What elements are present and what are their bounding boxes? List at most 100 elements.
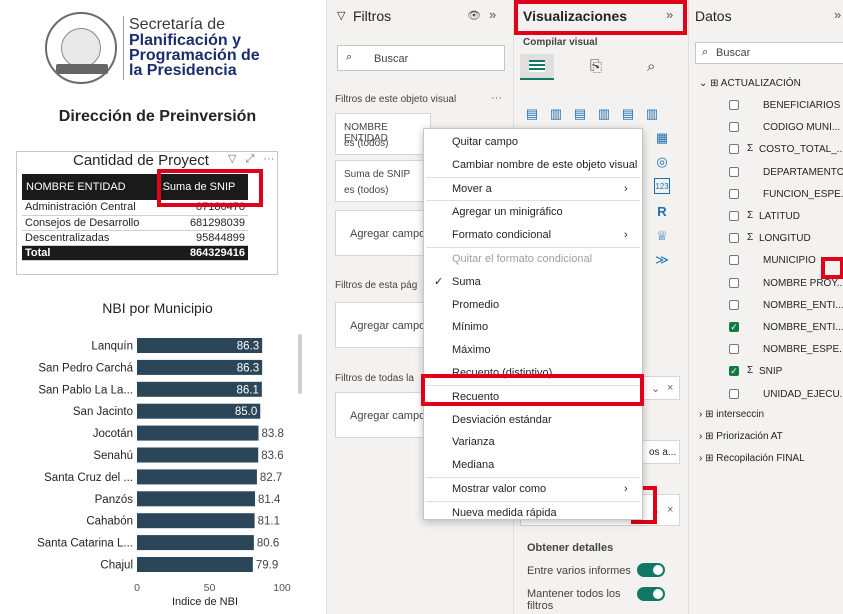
menu-item[interactable]: Nueva medida rápida: [424, 502, 642, 524]
filter-icon[interactable]: ▽: [228, 153, 236, 165]
checkbox[interactable]: [729, 277, 739, 288]
waterfall-icon[interactable]: ▦: [654, 130, 670, 146]
data-search-input[interactable]: ⌕ Buscar: [695, 42, 843, 64]
format-brush-icon[interactable]: ⎘: [590, 58, 602, 75]
x-tick-label: 50: [204, 582, 216, 594]
table-item[interactable]: › ⊞ Recopilación FINAL: [699, 453, 805, 464]
focus-mode-icon[interactable]: ⤢: [246, 153, 255, 165]
checkbox[interactable]: [729, 188, 739, 199]
trophy-icon[interactable]: ♕: [654, 228, 670, 244]
checkbox[interactable]: [729, 100, 739, 110]
clustered-column-icon[interactable]: ▥: [596, 106, 612, 122]
checkbox[interactable]: [729, 122, 739, 133]
add-field-drop-page[interactable]: Agregar campo: [335, 302, 431, 348]
table-row[interactable]: Descentralizadas 95844899: [22, 230, 248, 246]
table-item[interactable]: › ⊞ interseccin: [699, 409, 764, 420]
card-icon[interactable]: 123: [654, 178, 670, 194]
cross-report-toggle[interactable]: [637, 563, 665, 577]
field-item[interactable]: CODIGO MUNI...: [689, 118, 843, 140]
chevron-down-icon[interactable]: ⌄: [699, 78, 707, 89]
remove-field-icon[interactable]: ×: [667, 382, 673, 394]
percent-column-icon[interactable]: ▥: [644, 106, 660, 122]
checkbox[interactable]: [729, 166, 739, 177]
menu-item[interactable]: Quitar campo: [424, 131, 642, 153]
table-icon: ⊞: [705, 409, 717, 420]
sigma-icon: Σ: [747, 365, 754, 377]
eye-icon[interactable]: 👁: [467, 9, 481, 22]
more-options-icon[interactable]: ···: [263, 153, 274, 165]
table-actualizacion[interactable]: ⌄ ⊞ ACTUALIZACIÓN: [699, 78, 801, 89]
stacked-column-icon[interactable]: ▥: [548, 106, 564, 122]
menu-item[interactable]: Cambiar nombre de este objeto visual: [424, 154, 642, 176]
field-item[interactable]: NOMBRE_ESPE...: [689, 340, 843, 362]
field-label: MUNICIPIO: [763, 255, 816, 267]
clustered-bar-icon[interactable]: ▤: [572, 106, 588, 122]
checkbox-checked[interactable]: ✓: [729, 366, 739, 377]
filters-search-input[interactable]: ⌕ Buscar: [337, 45, 505, 71]
smart-narrative-icon[interactable]: ≫: [654, 252, 670, 268]
menu-item[interactable]: Agregar un minigráfico: [424, 201, 642, 223]
menu-item[interactable]: Máximo: [424, 339, 642, 361]
column-header-entidad[interactable]: NOMBRE ENTIDAD: [22, 174, 155, 200]
r-visual-icon[interactable]: R: [654, 204, 670, 220]
remove-field-icon[interactable]: ×: [667, 504, 673, 516]
menu-item[interactable]: Formato condicional ›: [424, 224, 642, 246]
collapse-pane-icon[interactable]: »: [489, 7, 496, 22]
field-item[interactable]: Σ COSTO_TOTAL_...: [689, 140, 843, 162]
field-label: CODIGO MUNI...: [763, 122, 841, 134]
chevron-down-icon[interactable]: ⌄: [651, 382, 660, 395]
filter-card-snip[interactable]: Suma de SNIP es (todos): [335, 160, 431, 202]
field-item[interactable]: ✓ NOMBRE_ENTI...: [689, 318, 843, 340]
table-name: ACTUALIZACIÓN: [720, 78, 801, 89]
donut-icon[interactable]: ◎: [654, 154, 670, 170]
table-name: Priorización AT: [716, 431, 783, 442]
bar: [137, 513, 255, 529]
filter-card-entidad[interactable]: NOMBRE ENTIDAD es (todos): [335, 113, 431, 155]
menu-item[interactable]: Mínimo: [424, 316, 642, 338]
menu-item[interactable]: ✓ Suma: [424, 271, 642, 293]
chart-scrollbar[interactable]: [298, 334, 302, 394]
menu-item[interactable]: Varianza: [424, 431, 642, 453]
checkbox[interactable]: [729, 344, 739, 355]
field-item[interactable]: MUNICIPIO: [689, 251, 843, 273]
guatemala-seal-logo: [45, 12, 117, 84]
category-label: San Jacinto: [73, 406, 133, 418]
checkbox-checked[interactable]: ✓: [729, 322, 739, 332]
field-item[interactable]: FUNCION_ESPE...: [689, 185, 843, 207]
table-item[interactable]: › ⊞ Priorización AT: [699, 431, 783, 442]
keep-filters-toggle[interactable]: [637, 587, 665, 601]
section-more-icon[interactable]: ···: [491, 92, 502, 104]
table-build-icon: [529, 60, 545, 72]
menu-item[interactable]: Desviación estándar: [424, 409, 642, 431]
field-item[interactable]: BENEFICIARIOS: [689, 96, 843, 118]
checkbox[interactable]: [729, 299, 739, 310]
field-item[interactable]: UNIDAD_EJECU...: [689, 385, 843, 407]
menu-item[interactable]: Mostrar valor como ›: [424, 478, 642, 500]
stacked-bar-icon[interactable]: ▤: [524, 106, 540, 122]
add-field-drop-visual[interactable]: Agregar campo: [335, 210, 431, 256]
build-tab[interactable]: [520, 54, 554, 80]
checkbox[interactable]: [729, 144, 739, 155]
highlight-box-field: [821, 257, 843, 279]
field-item[interactable]: Σ LATITUD: [689, 207, 843, 229]
collapse-pane-icon[interactable]: »: [834, 7, 841, 22]
table-row[interactable]: Consejos de Desarrollo 681298039: [22, 215, 248, 231]
checkbox[interactable]: [729, 255, 739, 266]
field-item[interactable]: DEPARTAMENTO: [689, 163, 843, 185]
field-item[interactable]: NOMBRE_ENTI...: [689, 296, 843, 318]
add-field-drop-all[interactable]: Agregar campo: [335, 392, 431, 438]
field-label: FUNCION_ESPE...: [763, 188, 843, 200]
menu-item[interactable]: Mover a ›: [424, 178, 642, 200]
toggle-label-reports: Entre varios informes: [527, 565, 631, 577]
checkbox[interactable]: [729, 233, 739, 244]
field-item[interactable]: NOMBRE PROY...: [689, 274, 843, 296]
menu-item[interactable]: Mediana: [424, 454, 642, 476]
menu-item[interactable]: Promedio: [424, 294, 642, 316]
analytics-icon[interactable]: ⌕: [647, 58, 655, 75]
report-title: Dirección de Preinversión: [58, 108, 257, 125]
field-item[interactable]: ✓ Σ SNIP: [689, 362, 843, 384]
percent-bar-icon[interactable]: ▤: [620, 106, 636, 122]
checkbox[interactable]: [729, 211, 739, 221]
checkbox[interactable]: [729, 388, 739, 399]
field-item[interactable]: Σ LONGITUD: [689, 229, 843, 251]
